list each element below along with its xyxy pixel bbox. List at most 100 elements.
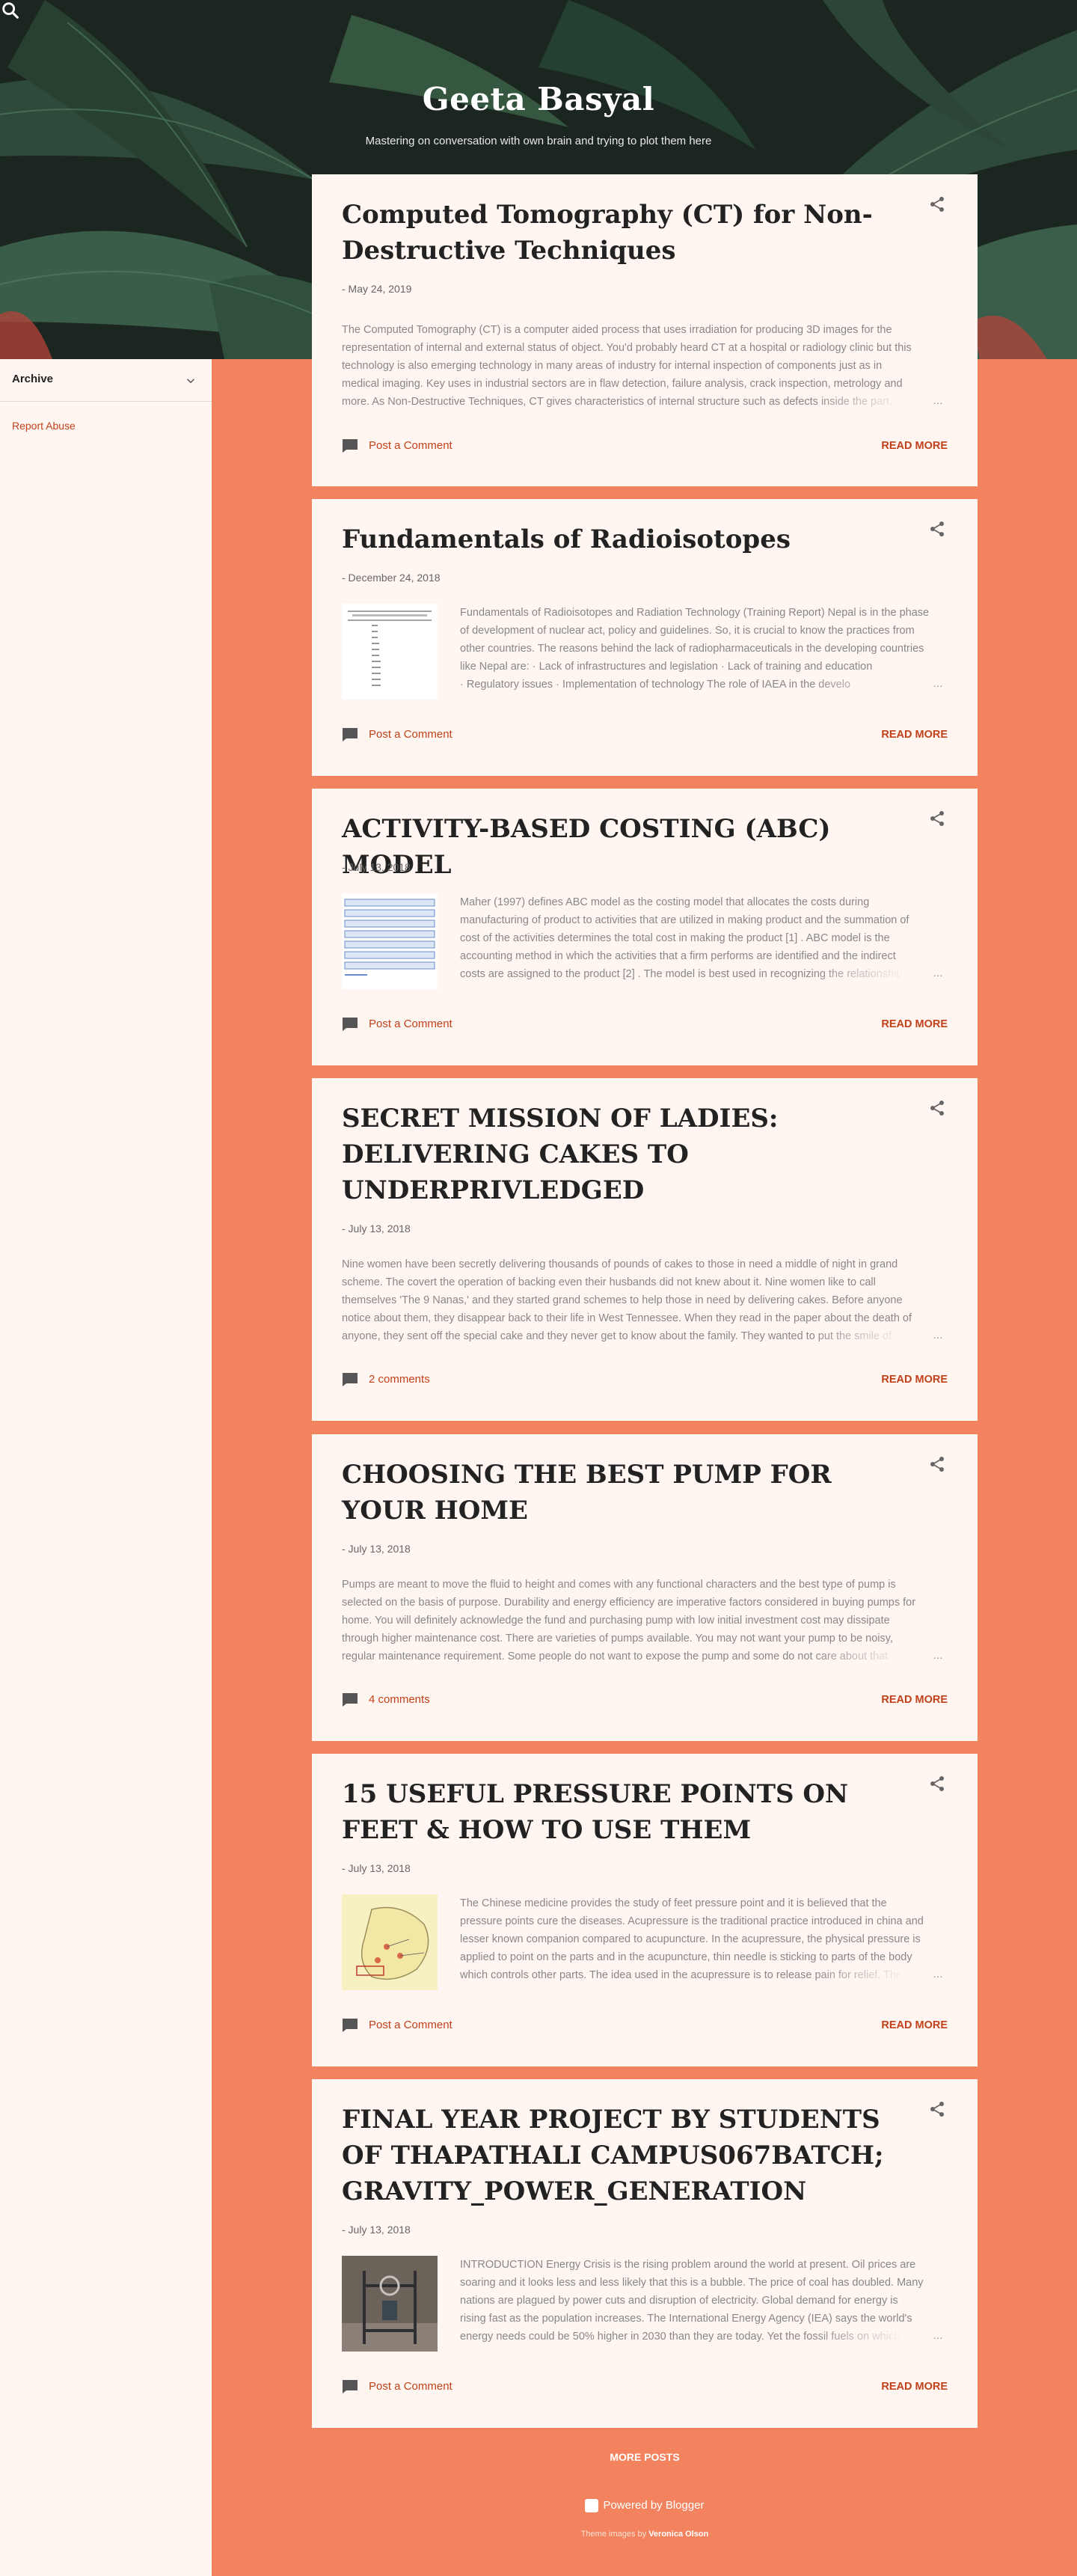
excerpt-line: rising fast as the population increases.… <box>460 2313 912 2325</box>
post-excerpt: Maher (1997) defines ABC model as the co… <box>460 893 948 983</box>
comment-link[interactable]: Post a Comment <box>342 2018 452 2033</box>
comment-icon <box>343 1373 358 1386</box>
excerpt-line: pressure points cure the diseases. Acupr… <box>460 1915 924 1927</box>
comment-link[interactable]: 2 comments <box>342 1372 430 1387</box>
post-date[interactable]: - May 24, 2019 <box>342 283 411 295</box>
share-icon[interactable] <box>928 520 946 538</box>
excerpt-line: of development of nuclear act, policy an… <box>460 625 915 637</box>
comment-icon <box>343 1693 358 1707</box>
blog-description: Mastering on conversation with own brain… <box>365 135 712 147</box>
post-date[interactable]: - July 13, 2018 <box>342 1862 411 1874</box>
excerpt-line: The Computed Tomography (CT) is a comput… <box>342 324 892 336</box>
comment-icon <box>343 439 358 453</box>
search-icon[interactable] <box>0 0 21 21</box>
more-posts-button[interactable]: MORE POSTS <box>312 2451 978 2463</box>
sidebar <box>0 359 212 2576</box>
excerpt-line: other countries. The reasons behind the … <box>460 643 924 655</box>
comment-link[interactable]: 4 comments <box>342 1692 430 1707</box>
post-title[interactable]: CHOOSING THE BEST PUMP FOR YOUR HOME <box>342 1457 910 1529</box>
excerpt-line: representation of internal and external … <box>342 342 912 354</box>
read-more-link[interactable]: READ MORE <box>881 1694 948 1706</box>
excerpt-line: themselves 'The 9 Nanas,' and they start… <box>342 1294 903 1306</box>
excerpt-line: notice about them, they disappear back t… <box>342 1312 912 1324</box>
post-excerpt: Fundamentals of Radioisotopes and Radiat… <box>460 604 948 694</box>
excerpt-line: applied to point on the parts and in the… <box>460 1951 912 1963</box>
powered-by-blogger[interactable]: Powered by Blogger <box>312 2499 978 2513</box>
ellipsis: … <box>933 1329 943 1341</box>
post-card: FINAL YEAR PROJECT BY STUDENTS OF THAPAT… <box>312 2079 978 2428</box>
excerpt-line: lesser known companion compared to acupu… <box>460 1933 921 1945</box>
comment-link[interactable]: Post a Comment <box>342 438 452 453</box>
comment-icon <box>343 2019 358 2032</box>
post-title[interactable]: Computed Tomography (CT) for Non-Destruc… <box>342 197 910 269</box>
excerpt-line: Fundamentals of Radioisotopes and Radiat… <box>460 607 930 619</box>
read-more-link[interactable]: READ MORE <box>881 729 948 741</box>
comment-link[interactable]: Post a Comment <box>342 2379 452 2394</box>
share-icon[interactable] <box>928 810 946 827</box>
excerpt-line: through higher maintenance cost. There a… <box>342 1633 893 1645</box>
archive-widget[interactable]: Archive <box>0 359 212 402</box>
post-card: ACTIVITY-BASED COSTING (ABC) MODEL - Jul… <box>312 789 978 1065</box>
comment-link[interactable]: Post a Comment <box>342 727 452 742</box>
excerpt-line: like Nepal are: · Lack of infrastructure… <box>460 661 873 673</box>
ellipsis: … <box>933 1968 943 1980</box>
post-card: SECRET MISSION OF LADIES: DELIVERING CAK… <box>312 1078 978 1421</box>
theme-credit: Theme images by Veronica Olson <box>312 2530 978 2539</box>
post-card: Computed Tomography (CT) for Non-Destruc… <box>312 174 978 486</box>
share-icon[interactable] <box>928 195 946 213</box>
comment-icon <box>343 728 358 741</box>
blogger-icon <box>585 2499 599 2513</box>
comment-icon <box>343 1018 358 1031</box>
theme-author-link[interactable]: Veronica Olson <box>648 2530 708 2539</box>
theme-credit-prefix: Theme images by <box>580 2530 647 2539</box>
post-date[interactable]: - July 13, 2018 <box>342 861 411 873</box>
excerpt-line: The Chinese medicine provides the study … <box>460 1897 887 1909</box>
post-title[interactable]: 15 USEFUL PRESSURE POINTS ON FEET & HOW … <box>342 1776 910 1848</box>
excerpt-line: home. You will definitely acknowledge th… <box>342 1615 890 1627</box>
excerpt-line: scheme. The covert the operation of back… <box>342 1276 876 1288</box>
excerpt-line: accounting method in which the activitie… <box>460 950 896 962</box>
post-thumbnail-foot-map-image[interactable] <box>342 1894 438 1990</box>
post-thumbnail-machine-photo[interactable] <box>342 2256 438 2352</box>
ellipsis: … <box>933 394 943 406</box>
chevron-down-icon[interactable] <box>184 374 197 388</box>
blog-title[interactable]: Geeta Basyal <box>0 81 1077 117</box>
read-more-link[interactable]: READ MORE <box>881 1374 948 1386</box>
post-thumbnail-table-image[interactable] <box>342 604 438 700</box>
excerpt-line: cost of the activities determines the to… <box>460 932 890 944</box>
ellipsis: … <box>933 677 943 689</box>
ellipsis: … <box>933 2329 943 2341</box>
read-more-link[interactable]: READ MORE <box>881 440 948 452</box>
post-excerpt: The Chinese medicine provides the study … <box>460 1894 948 1984</box>
read-more-link[interactable]: READ MORE <box>881 2381 948 2393</box>
comment-icon <box>343 2380 358 2393</box>
post-title[interactable]: FINAL YEAR PROJECT BY STUDENTS OF THAPAT… <box>342 2102 910 2209</box>
excerpt-line: medical imaging. Key uses in industrial … <box>342 378 903 390</box>
comment-label: Post a Comment <box>369 2018 452 2031</box>
post-title[interactable]: Fundamentals of Radioisotopes <box>342 521 910 557</box>
post-title[interactable]: ACTIVITY-BASED COSTING (ABC) MODEL <box>342 811 910 883</box>
report-abuse-link[interactable]: Report Abuse <box>12 420 76 432</box>
read-more-link[interactable]: READ MORE <box>881 2019 948 2031</box>
comment-link[interactable]: Post a Comment <box>342 1017 452 1032</box>
read-more-link[interactable]: READ MORE <box>881 1018 948 1030</box>
comment-label: Post a Comment <box>369 727 452 741</box>
share-icon[interactable] <box>928 2100 946 2118</box>
post-card: Fundamentals of Radioisotopes - December… <box>312 499 978 776</box>
post-excerpt: Nine women have been secretly delivering… <box>342 1255 948 1345</box>
share-icon[interactable] <box>928 1775 946 1793</box>
share-icon[interactable] <box>928 1099 946 1117</box>
post-date[interactable]: - July 13, 2018 <box>342 1223 411 1235</box>
comment-label: Post a Comment <box>369 1017 452 1030</box>
post-excerpt: INTRODUCTION Energy Crisis is the rising… <box>460 2256 948 2346</box>
post-card: 15 USEFUL PRESSURE POINTS ON FEET & HOW … <box>312 1754 978 2066</box>
post-thumbnail-diagram-image[interactable] <box>342 893 438 989</box>
share-icon[interactable] <box>928 1455 946 1473</box>
excerpt-line: nations are plagued by power cuts and di… <box>460 2295 898 2307</box>
post-date[interactable]: - July 13, 2018 <box>342 1543 411 1555</box>
post-date[interactable]: - July 13, 2018 <box>342 2224 411 2236</box>
post-title[interactable]: SECRET MISSION OF LADIES: DELIVERING CAK… <box>342 1101 910 1208</box>
post-date[interactable]: - December 24, 2018 <box>342 572 441 584</box>
excerpt-line: Pumps are meant to move the fluid to hei… <box>342 1579 896 1591</box>
excerpt-line: soaring and it looks less and less likel… <box>460 2277 924 2289</box>
